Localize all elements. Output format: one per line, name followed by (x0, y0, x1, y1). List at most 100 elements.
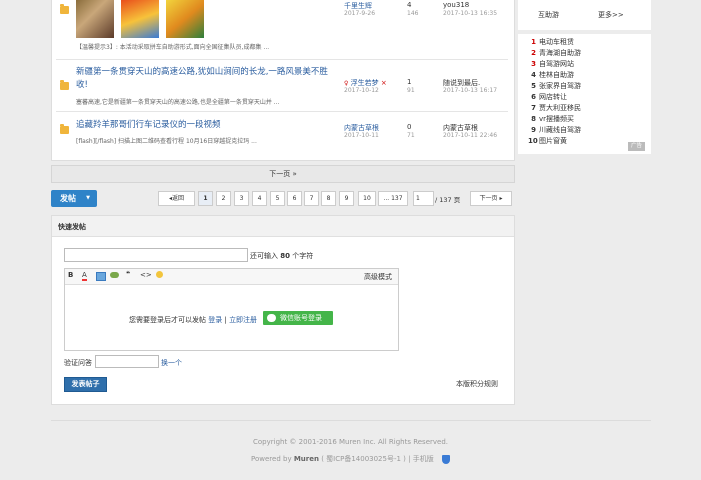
chevron-down-icon: ▼ (86, 195, 90, 201)
hot-item[interactable]: 7 贾大利亚移民 (528, 103, 581, 113)
last-page[interactable]: ... 137 (378, 191, 408, 206)
hot-rank: 3 (531, 60, 536, 68)
page-7[interactable]: 7 (304, 191, 319, 206)
thread-thumbnail-2[interactable] (121, 0, 159, 38)
link-icon[interactable] (110, 272, 119, 278)
ad-badge: 广告 (627, 142, 645, 151)
thread-title[interactable]: 新疆第一条贯穿天山的高速公路,犹如山涧间的长龙,一路风景美不胜收! (76, 66, 336, 92)
editor-toolbar: B A ❝ <> 高级模式 (65, 269, 398, 285)
sidebar-link[interactable]: 互助游 (538, 10, 559, 20)
thread-views: 91 (407, 87, 415, 94)
hot-item[interactable]: 8 vr摆播频买 (528, 114, 574, 124)
next-page-bar[interactable]: 下一页 » (51, 165, 515, 183)
hot-label: 电动车租赁 (539, 38, 574, 46)
page-total: / 137 页 (435, 196, 461, 204)
thread-author[interactable]: 浮生若梦 (351, 79, 379, 87)
font-color-icon[interactable]: A (82, 271, 87, 281)
powered-brand[interactable]: Muren (294, 455, 319, 463)
thread-last-time: 2017-10-13 16:35 (443, 10, 498, 17)
captcha-input[interactable] (95, 355, 159, 368)
thread-date: 2017-10-12 (344, 87, 379, 94)
thread-thumbnail-3[interactable] (166, 0, 204, 38)
hot-label: vr摆播频买 (539, 115, 575, 123)
divider (56, 59, 508, 60)
thread-views: 71 (407, 132, 415, 139)
post-button[interactable]: 发帖 ▼ (51, 190, 97, 207)
counter-prefix: 还可输入 (250, 252, 278, 260)
hot-rank: 5 (531, 82, 536, 90)
thread-thumbnail-1[interactable] (76, 0, 114, 38)
thread-author-suffix: × (380, 79, 387, 87)
thread-last-user[interactable]: you318 (443, 1, 469, 9)
hot-label: 图片窗黄 (539, 137, 567, 145)
quote-icon[interactable]: ❝ (126, 270, 130, 278)
thread-replies: 1 (407, 78, 412, 86)
captcha-label: 验证问答 (64, 359, 92, 367)
page-3[interactable]: 3 (234, 191, 249, 206)
powered-prefix: Powered by (251, 455, 292, 463)
thread-date: 2017-10-11 (344, 132, 379, 139)
page-6[interactable]: 6 (287, 191, 302, 206)
wechat-login-label: 微信账号登录 (280, 314, 322, 322)
hot-item[interactable]: 10图片窗黄 (528, 136, 567, 146)
thread-excerpt: 塞蕃高速,它是新疆第一条贯穿天山的高速公路,也是全疆第一条贯穿天山并 ... (76, 99, 280, 106)
back-button[interactable]: ◂返回 (158, 191, 195, 206)
quick-post-header (52, 216, 514, 237)
next-button[interactable]: 下一页 ▸ (470, 191, 512, 206)
footer-divider (51, 420, 651, 421)
code-icon[interactable]: <> (140, 271, 152, 279)
shield-icon[interactable] (441, 454, 450, 464)
footer-copyright: Copyright © 2001-2016 Muren Inc. All Rig… (252, 438, 448, 446)
folder-icon (60, 4, 69, 14)
hot-item[interactable]: 3 自驾游网站 (528, 59, 574, 69)
advanced-mode-link[interactable]: 高级模式 (364, 272, 392, 282)
hot-item[interactable]: 9 川藏线自驾游 (528, 125, 581, 135)
thread-last-time: 2017-10-11 22:46 (443, 132, 498, 139)
hot-rank: 10 (528, 137, 538, 145)
quick-post-panel: 快速发帖 还可输入 80 个字符 B A ❝ <> 高级模式 您需要登录后才可以… (51, 215, 515, 405)
login-prompt: 您需要登录后才可以发帖 登录 | 立即注册 (129, 315, 257, 325)
captcha-refresh[interactable]: 换一个 (161, 358, 182, 368)
submit-button[interactable]: 发表帖子 (64, 377, 107, 392)
hot-rank: 9 (531, 126, 536, 134)
page-2[interactable]: 2 (216, 191, 231, 206)
page-5[interactable]: 5 (270, 191, 285, 206)
divider (56, 111, 508, 112)
page-input[interactable]: 1 (413, 191, 434, 206)
page-8[interactable]: 8 (321, 191, 336, 206)
icp-link[interactable]: ( 蜀ICP备14003025号-1 ) (321, 455, 406, 463)
register-link[interactable]: 立即注册 (229, 316, 257, 324)
hot-item[interactable]: 6 网店转让 (528, 92, 567, 102)
counter-number: 80 (280, 252, 290, 260)
image-icon[interactable] (96, 272, 106, 281)
title-input[interactable] (64, 248, 248, 262)
hot-item[interactable]: 5 张家界自驾游 (528, 81, 581, 91)
counter-suffix: 个字符 (292, 252, 314, 260)
bold-icon[interactable]: B (68, 271, 73, 279)
mobile-link[interactable]: 手机版 (413, 455, 434, 463)
hot-rank: 1 (531, 38, 536, 46)
page-1[interactable]: 1 (198, 191, 213, 206)
smiley-icon[interactable] (156, 271, 163, 278)
page-4[interactable]: 4 (252, 191, 267, 206)
login-prompt-text: 您需要登录后才可以发帖 (129, 316, 206, 324)
hot-rank: 4 (531, 71, 536, 79)
thread-title[interactable]: 追藏羚羊那哥们行车记录仪的一段视频 (76, 118, 221, 130)
editor[interactable]: B A ❝ <> 高级模式 您需要登录后才可以发帖 登录 | 立即注册 微信账号… (64, 268, 399, 351)
page-9[interactable]: 9 (339, 191, 354, 206)
hot-label: 桂林自助游 (539, 71, 574, 79)
page-10[interactable]: 10 (358, 191, 376, 206)
hot-rank: 8 (531, 115, 536, 123)
hot-rank: 2 (531, 49, 536, 57)
more-link[interactable]: 更多>> (598, 10, 624, 20)
separator: | (408, 455, 411, 463)
wechat-icon (267, 314, 276, 322)
hot-item[interactable]: 2 青海湖自助游 (528, 48, 581, 58)
hot-item[interactable]: 4 桂林自助游 (528, 70, 574, 80)
login-link[interactable]: 登录 (208, 316, 222, 324)
rules-link[interactable]: 本版积分规则 (456, 379, 498, 389)
wechat-login-button[interactable]: 微信账号登录 (263, 311, 333, 325)
hot-label: 贾大利亚移民 (539, 104, 581, 112)
separator: | (224, 316, 227, 324)
hot-item[interactable]: 1 电动车租赁 (528, 37, 574, 47)
